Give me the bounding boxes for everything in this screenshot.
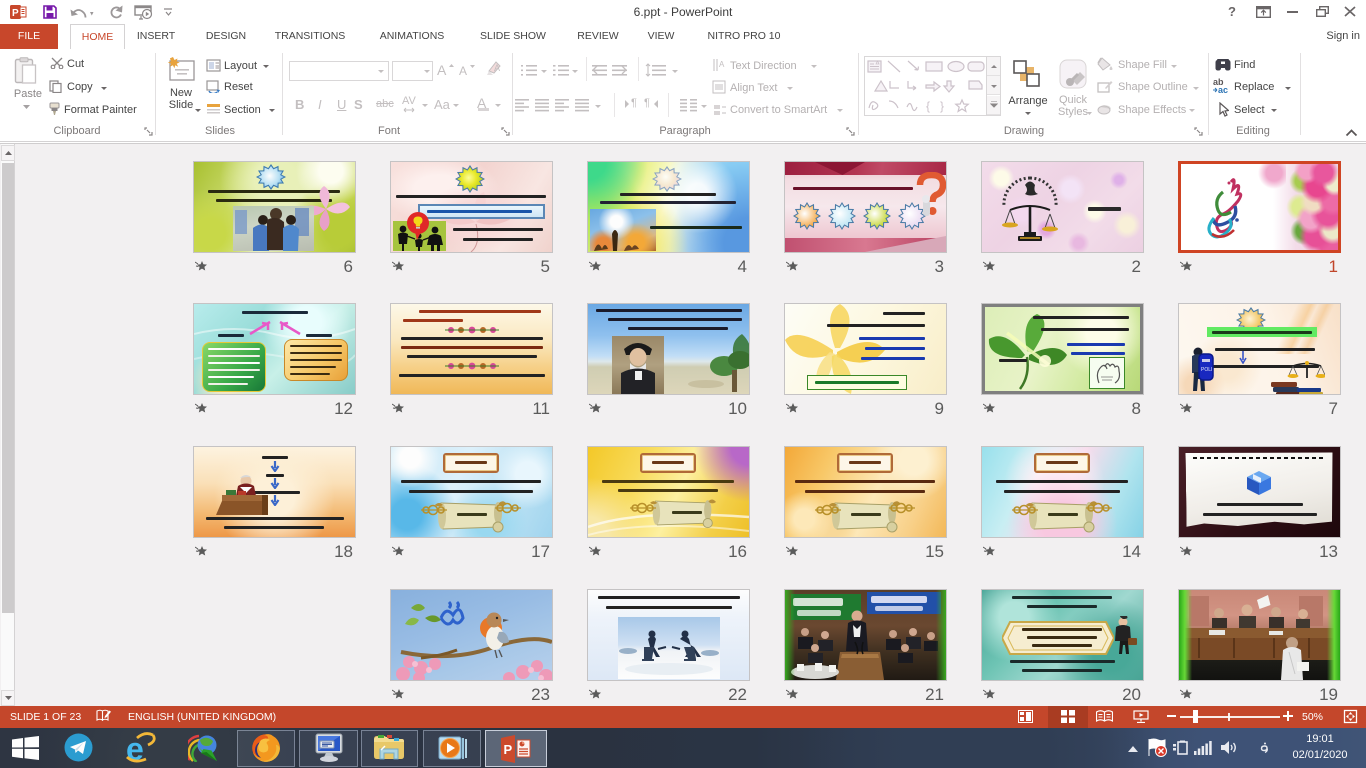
- svg-text:POLI: POLI: [1201, 367, 1212, 373]
- svg-text:}: }: [940, 99, 944, 113]
- svg-text:{: {: [926, 99, 930, 113]
- svg-text:P: P: [12, 8, 19, 19]
- svg-text:P: P: [504, 742, 513, 757]
- svg-text:A: A: [494, 63, 500, 73]
- svg-text:A: A: [719, 60, 725, 69]
